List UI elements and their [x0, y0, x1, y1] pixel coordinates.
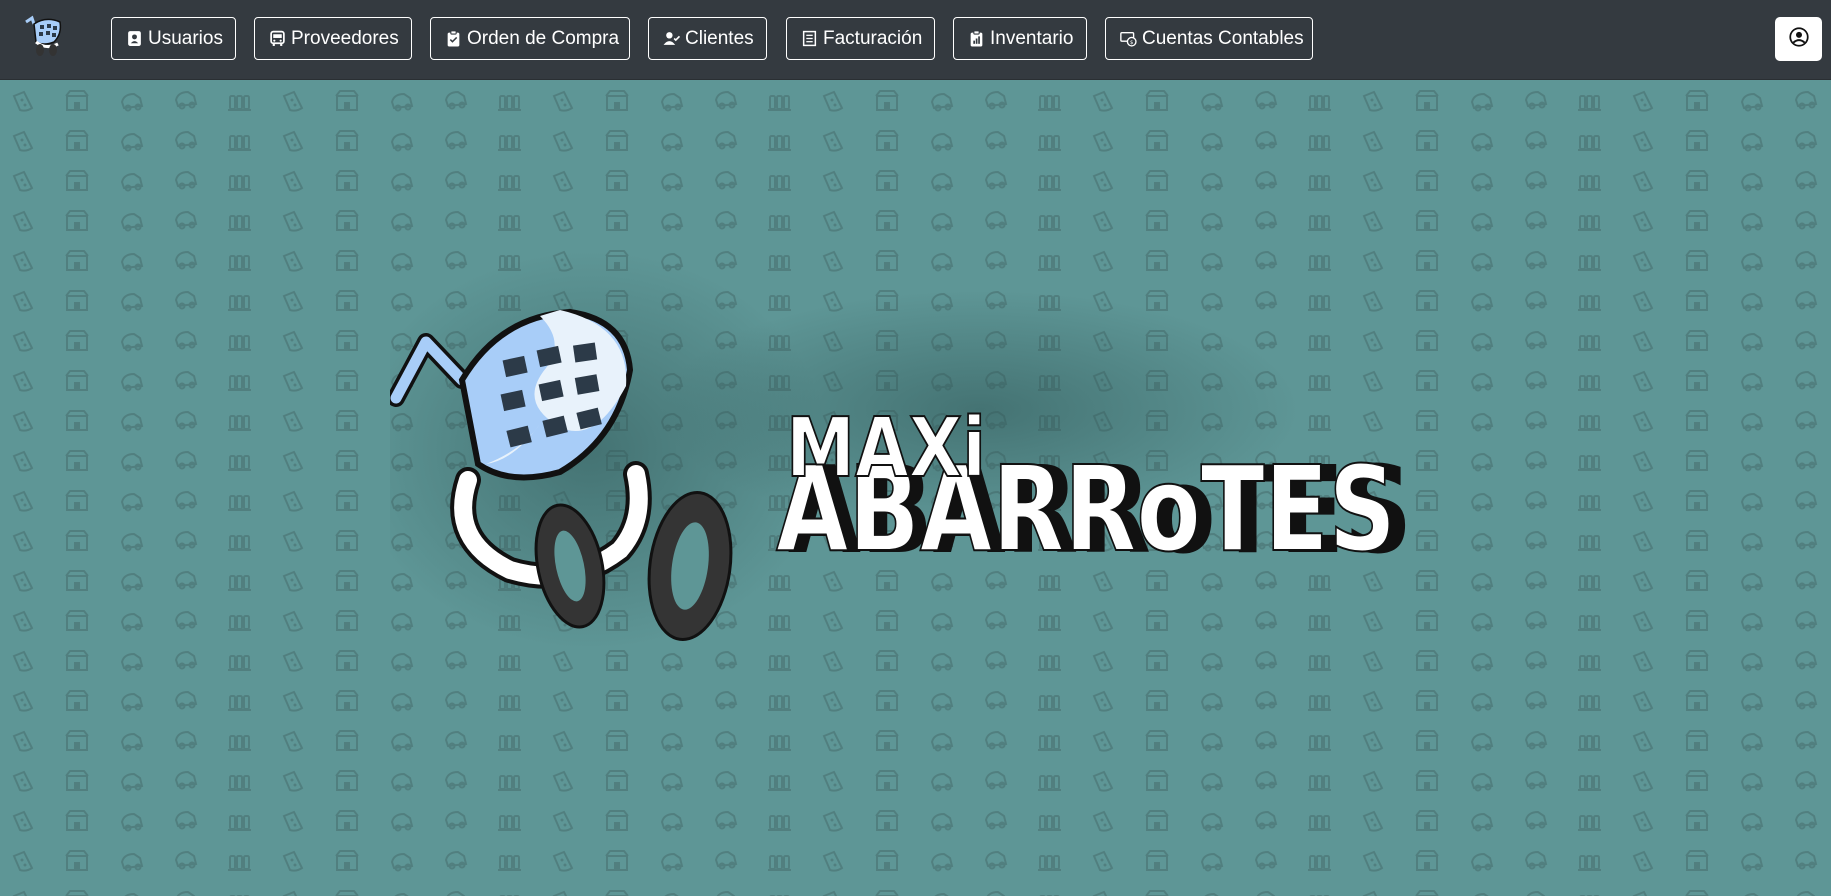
cash-coin-icon: $ [1120, 30, 1137, 47]
nav-inventario-button[interactable]: Inventario [953, 17, 1087, 60]
nav-orden-de-compra-button[interactable]: Orden de Compra [430, 17, 630, 60]
user-circle-icon [1788, 26, 1809, 52]
nav-facturacion-label: Facturación [823, 27, 923, 49]
clipboard-icon [445, 30, 462, 47]
brand-logo-icon[interactable] [22, 14, 68, 60]
nav-proveedores-label: Proveedores [291, 27, 399, 49]
nav-proveedores-button[interactable]: Proveedores [254, 17, 412, 60]
maxi-abarrotes-logo: ABARRoTES ABARRoTES MAXi [390, 250, 1412, 650]
hero-banner: ABARRoTES ABARRoTES MAXi [0, 80, 1831, 896]
nav-facturacion-button[interactable]: Facturación [786, 17, 935, 60]
svg-text:$: $ [1130, 40, 1133, 46]
top-navbar: Usuarios Proveedores Orden de Compra Cli… [0, 0, 1831, 80]
clipboard-chart-icon [968, 30, 985, 47]
user-account-button[interactable] [1775, 17, 1822, 61]
receipt-icon [801, 30, 818, 47]
nav-clientes-label: Clientes [685, 27, 754, 49]
bus-icon [269, 30, 286, 47]
logo-text-maxi: MAXi [786, 401, 986, 496]
nav-orden-de-compra-label: Orden de Compra [467, 27, 620, 49]
nav-usuarios-button[interactable]: Usuarios [111, 17, 236, 60]
user-check-icon [663, 30, 680, 47]
nav-usuarios-label: Usuarios [148, 27, 223, 49]
nav-inventario-label: Inventario [990, 27, 1074, 49]
nav-cuentas-contables-button[interactable]: $ Cuentas Contables [1105, 17, 1313, 60]
user-badge-icon [126, 30, 143, 47]
nav-clientes-button[interactable]: Clientes [648, 17, 767, 60]
nav-cuentas-contables-label: Cuentas Contables [1142, 27, 1304, 49]
